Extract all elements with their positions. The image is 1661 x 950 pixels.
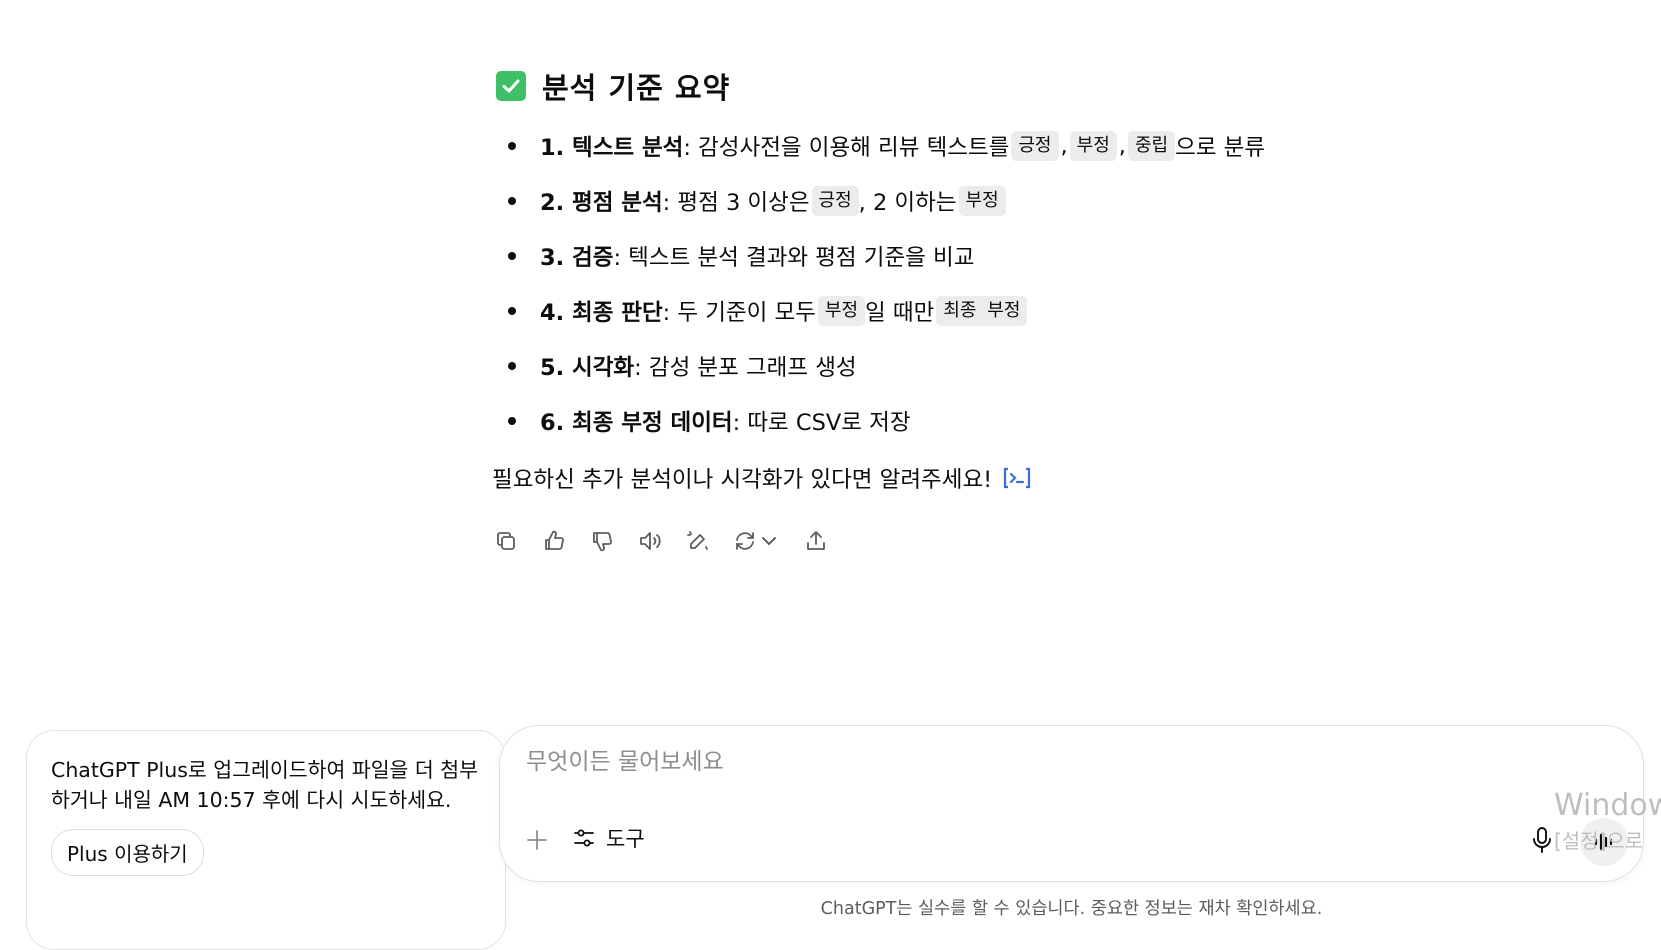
thumbs-down-icon[interactable] [588,527,616,555]
item-text: : 평점 3 이상은 [662,189,810,216]
upgrade-text: ChatGPT Plus로 업그레이드하여 파일을 더 첨부하거나 내일 AM … [51,758,479,812]
item-text: : 감성사전을 이용해 리뷰 텍스트를 [683,134,1010,161]
criteria-list: 1. 텍스트 분석 : 감성사전을 이용해 리뷰 텍스트를 긍정, 부정, 중립… [508,118,1265,448]
upgrade-notice: ChatGPT Plus로 업그레이드하여 파일을 더 첨부하거나 내일 AM … [26,730,506,950]
list-item: 6. 최종 부정 데이터 : 따로 CSV로 저장 [508,393,1265,448]
voice-mode-button[interactable] [1580,818,1628,866]
item-text: : 텍스트 분석 결과와 평점 기준을 비교 [613,244,975,271]
edit-icon[interactable] [684,527,712,555]
list-item: 1. 텍스트 분석 : 감성사전을 이용해 리뷰 텍스트를 긍정, 부정, 중립… [508,118,1265,173]
check-square-icon [496,71,526,101]
item-text: 일 때만 [865,299,935,326]
item-title: 6. 최종 부정 데이터 [540,409,733,436]
inline-code: 긍정 [1011,130,1059,161]
list-item: 4. 최종 판단 : 두 기준이 모두 부정 일 때만 최종 부정 [508,283,1265,338]
item-text: : 두 기준이 모두 [662,299,816,326]
plus-icon[interactable] [522,825,552,855]
chevron-down-icon[interactable] [757,529,781,553]
item-title: 4. 최종 판단 [540,299,663,326]
inline-code: 긍정 [811,185,859,216]
inline-code: 최종 부정 [936,295,1028,326]
inline-code: 부정 [1069,130,1117,161]
share-icon[interactable] [802,527,830,555]
prompt-input[interactable] [524,748,1428,776]
separator: , [1060,132,1068,159]
tools-button[interactable]: 도구 [572,823,645,853]
code-interpreter-icon[interactable] [1002,466,1032,490]
item-title: 1. 텍스트 분석 [540,134,684,161]
list-item: 5. 시각화 : 감성 분포 그래프 생성 [508,338,1265,393]
sliders-icon [574,829,594,847]
item-text: , 2 이하는 [858,189,957,216]
list-item: 3. 검증 : 텍스트 분석 결과와 평점 기준을 비교 [508,228,1265,283]
copy-icon[interactable] [492,527,520,555]
list-item: 2. 평점 분석 : 평점 3 이상은 긍정, 2 이하는 부정 [508,173,1265,228]
separator: , [1118,132,1126,159]
inline-code: 부정 [817,295,866,326]
item-title: 2. 평점 분석 [540,189,663,216]
followup-message: 필요하신 추가 분석이나 시각화가 있다면 알려주세요! [492,462,1032,494]
summary-heading: 분석 기준 요약 [496,64,730,108]
composer: 도구 [499,725,1644,882]
item-text: : 따로 CSV로 저장 [732,409,911,436]
disclaimer: ChatGPT는 실수를 할 수 있습니다. 중요한 정보는 재차 확인하세요. [820,899,1323,919]
thumbs-up-icon[interactable] [540,527,568,555]
read-aloud-icon[interactable] [636,527,664,555]
item-title: 5. 시각화 [540,354,635,381]
followup-text: 필요하신 추가 분석이나 시각화가 있다면 알려주세요! [492,467,993,493]
item-text: : 감성 분포 그래프 생성 [634,354,857,381]
tools-label: 도구 [606,827,645,851]
item-title: 3. 검증 [540,244,614,271]
inline-code: 부정 [958,185,1006,216]
inline-code: 중립 [1127,130,1176,161]
waveform-icon [1594,833,1613,851]
regenerate-icon[interactable] [732,527,782,555]
plus-upgrade-button[interactable]: Plus 이용하기 [51,829,204,876]
message-actions [492,527,850,555]
item-tail: 으로 분류 [1175,134,1266,161]
heading-text: 분석 기준 요약 [542,71,731,105]
microphone-icon[interactable] [1527,824,1557,856]
